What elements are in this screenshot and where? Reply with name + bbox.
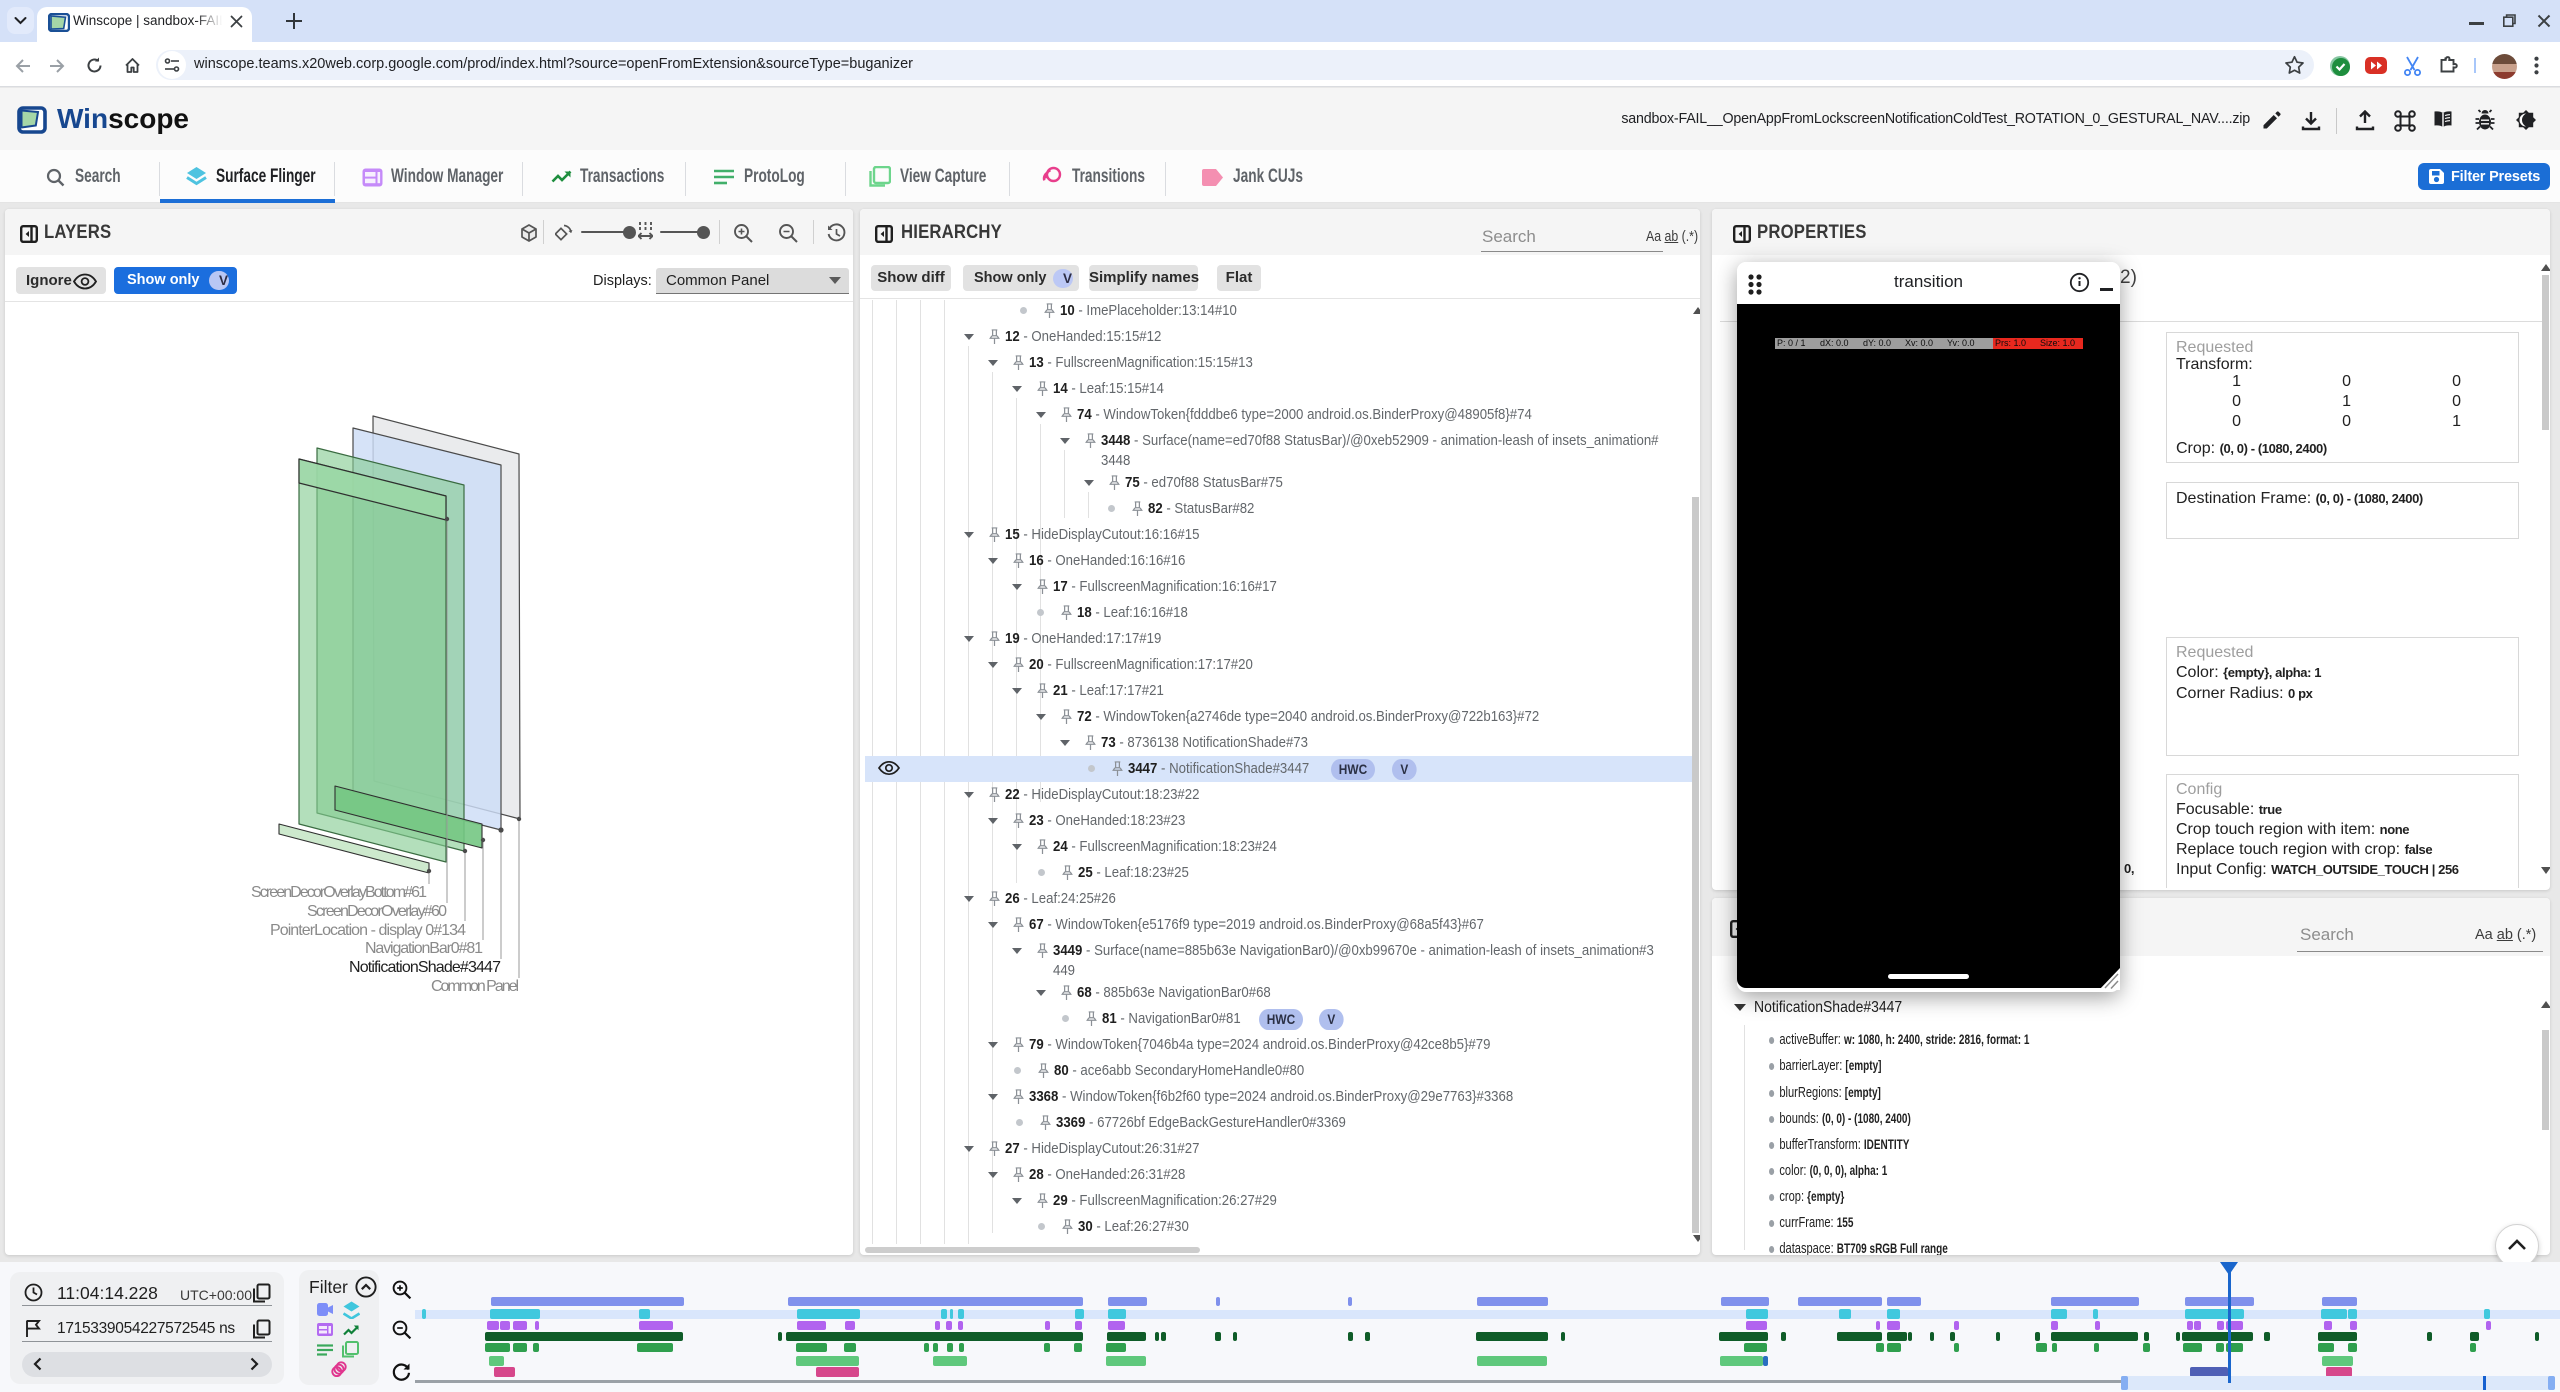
svg-text:Common Panel: Common Panel <box>431 978 519 995</box>
svg-text:NotificationShade#3447: NotificationShade#3447 <box>349 959 501 976</box>
svg-text:ScreenDecorOverlay#60: ScreenDecorOverlay#60 <box>307 903 447 920</box>
svg-text:NavigationBar0#81: NavigationBar0#81 <box>365 940 483 957</box>
svg-text:ScreenDecorOverlayBottom#61: ScreenDecorOverlayBottom#61 <box>251 884 427 901</box>
svg-text:PointerLocation - display 0#13: PointerLocation - display 0#134 <box>270 922 466 939</box>
